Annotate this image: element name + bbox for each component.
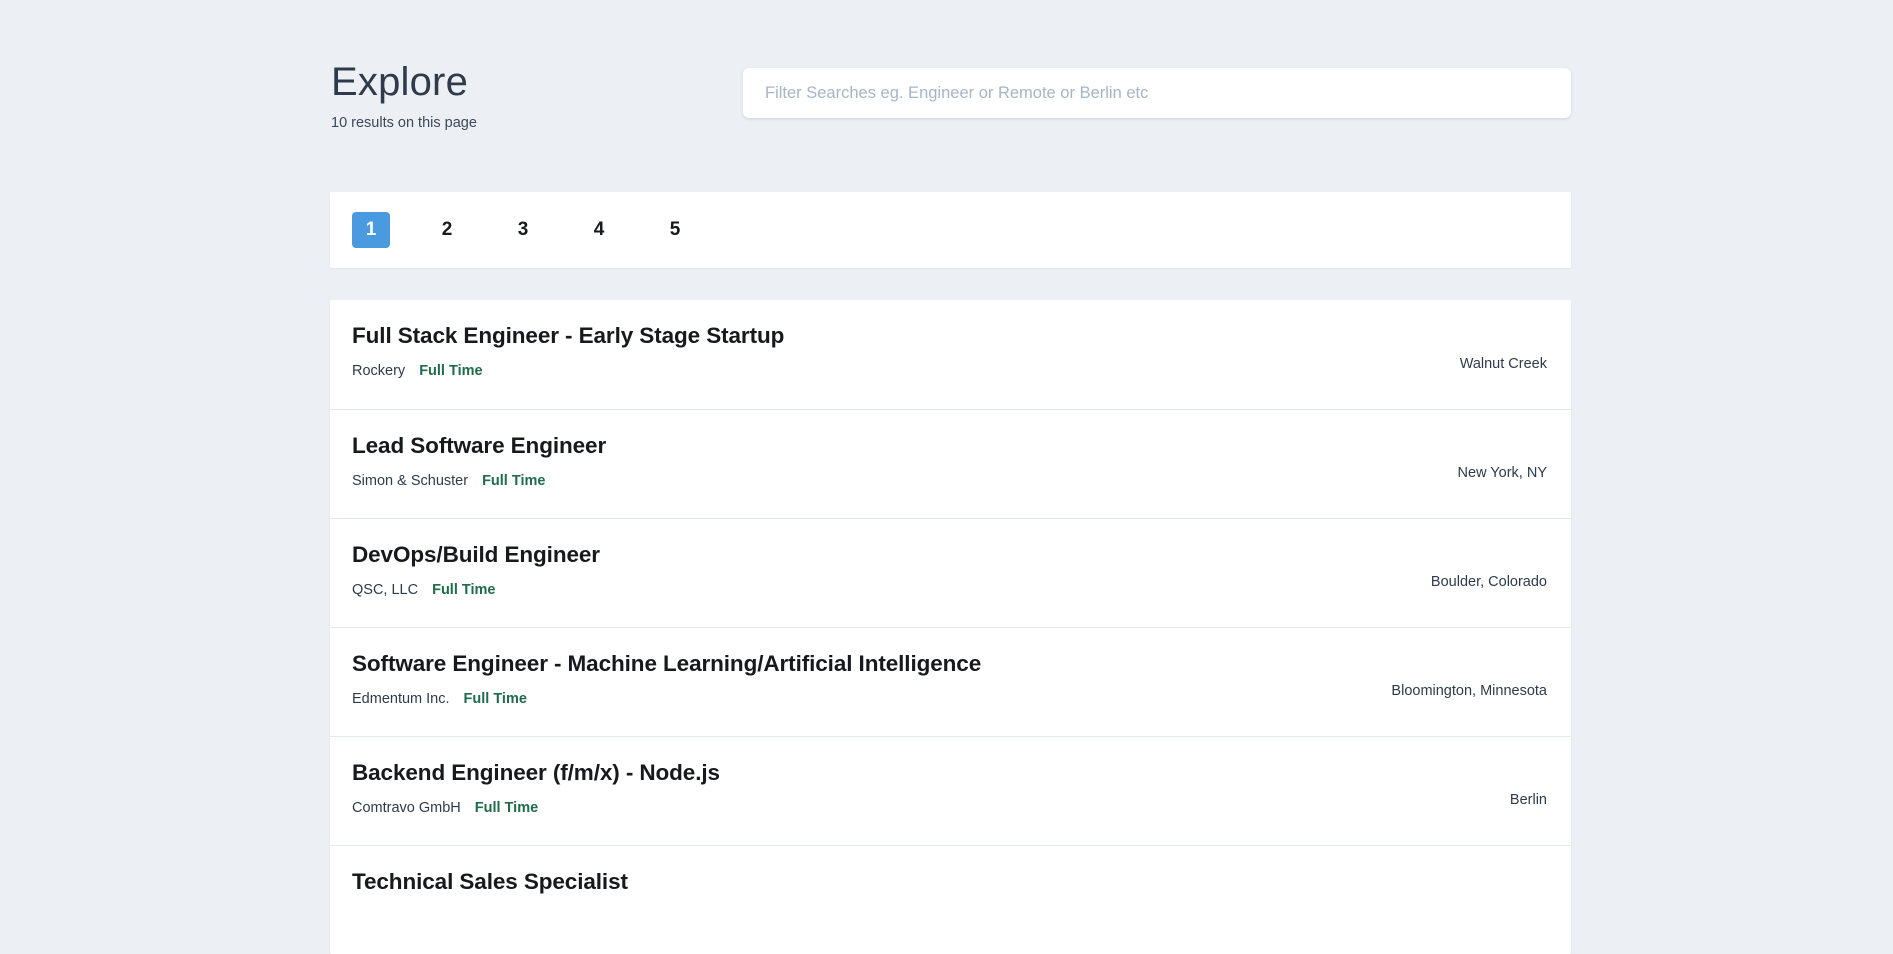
page-button-4[interactable]: 4 <box>580 212 618 248</box>
table-row[interactable]: Backend Engineer (f/m/x) - Node.js Comtr… <box>330 736 1571 845</box>
job-type-badge: Full Time <box>419 362 482 380</box>
table-row[interactable]: Technical Sales Specialist <box>330 845 1571 954</box>
job-type-badge: Full Time <box>432 581 495 599</box>
job-type-badge: Full Time <box>482 472 545 490</box>
job-title: Backend Engineer (f/m/x) - Node.js <box>352 759 1547 787</box>
job-company: Comtravo GmbH <box>352 799 461 817</box>
job-listings-card: Full Stack Engineer - Early Stage Startu… <box>330 300 1571 954</box>
job-location: Bloomington, Minnesota <box>1391 682 1547 700</box>
job-meta: Simon & Schuster Full Time <box>352 460 1547 490</box>
job-meta: Comtravo GmbH Full Time <box>352 787 1547 817</box>
job-meta <box>352 896 1547 908</box>
job-meta: Rockery Full Time <box>352 350 1547 380</box>
page-button-5[interactable]: 5 <box>656 212 694 248</box>
page-button-2[interactable]: 2 <box>428 212 466 248</box>
table-row[interactable]: Lead Software Engineer Simon & Schuster … <box>330 409 1571 518</box>
job-type-badge: Full Time <box>464 690 527 708</box>
job-location: Berlin <box>1510 791 1547 809</box>
table-row[interactable]: Full Stack Engineer - Early Stage Startu… <box>330 300 1571 409</box>
job-title: DevOps/Build Engineer <box>352 541 1547 569</box>
table-row[interactable]: Software Engineer - Machine Learning/Art… <box>330 627 1571 736</box>
job-meta: Edmentum Inc. Full Time <box>352 678 1547 708</box>
job-type-badge: Full Time <box>475 799 538 817</box>
job-location: Boulder, Colorado <box>1431 573 1547 591</box>
table-row[interactable]: DevOps/Build Engineer QSC, LLC Full Time… <box>330 518 1571 627</box>
job-location: New York, NY <box>1458 464 1547 482</box>
job-company: Rockery <box>352 362 405 380</box>
title-block: Explore 10 results on this page <box>331 58 477 132</box>
job-title: Software Engineer - Machine Learning/Art… <box>352 650 1547 678</box>
pagination-card: 1 2 3 4 5 <box>330 192 1571 268</box>
page-header: Explore 10 results on this page <box>0 0 1893 160</box>
page-button-1[interactable]: 1 <box>352 212 390 248</box>
job-company: Simon & Schuster <box>352 472 468 490</box>
search-container <box>743 68 1571 118</box>
job-title: Full Stack Engineer - Early Stage Startu… <box>352 322 1547 350</box>
pagination-list: 1 2 3 4 5 <box>352 192 732 268</box>
results-count: 10 results on this page <box>331 106 477 132</box>
job-company: Edmentum Inc. <box>352 690 450 708</box>
job-title: Technical Sales Specialist <box>352 868 1547 896</box>
page-title: Explore <box>331 58 477 106</box>
page-button-3[interactable]: 3 <box>504 212 542 248</box>
search-input[interactable] <box>743 68 1571 118</box>
job-company: QSC, LLC <box>352 581 418 599</box>
job-meta: QSC, LLC Full Time <box>352 569 1547 599</box>
explore-page: Explore 10 results on this page 1 2 3 4 … <box>0 0 1893 914</box>
job-title: Lead Software Engineer <box>352 432 1547 460</box>
job-location: Walnut Creek <box>1460 355 1547 373</box>
